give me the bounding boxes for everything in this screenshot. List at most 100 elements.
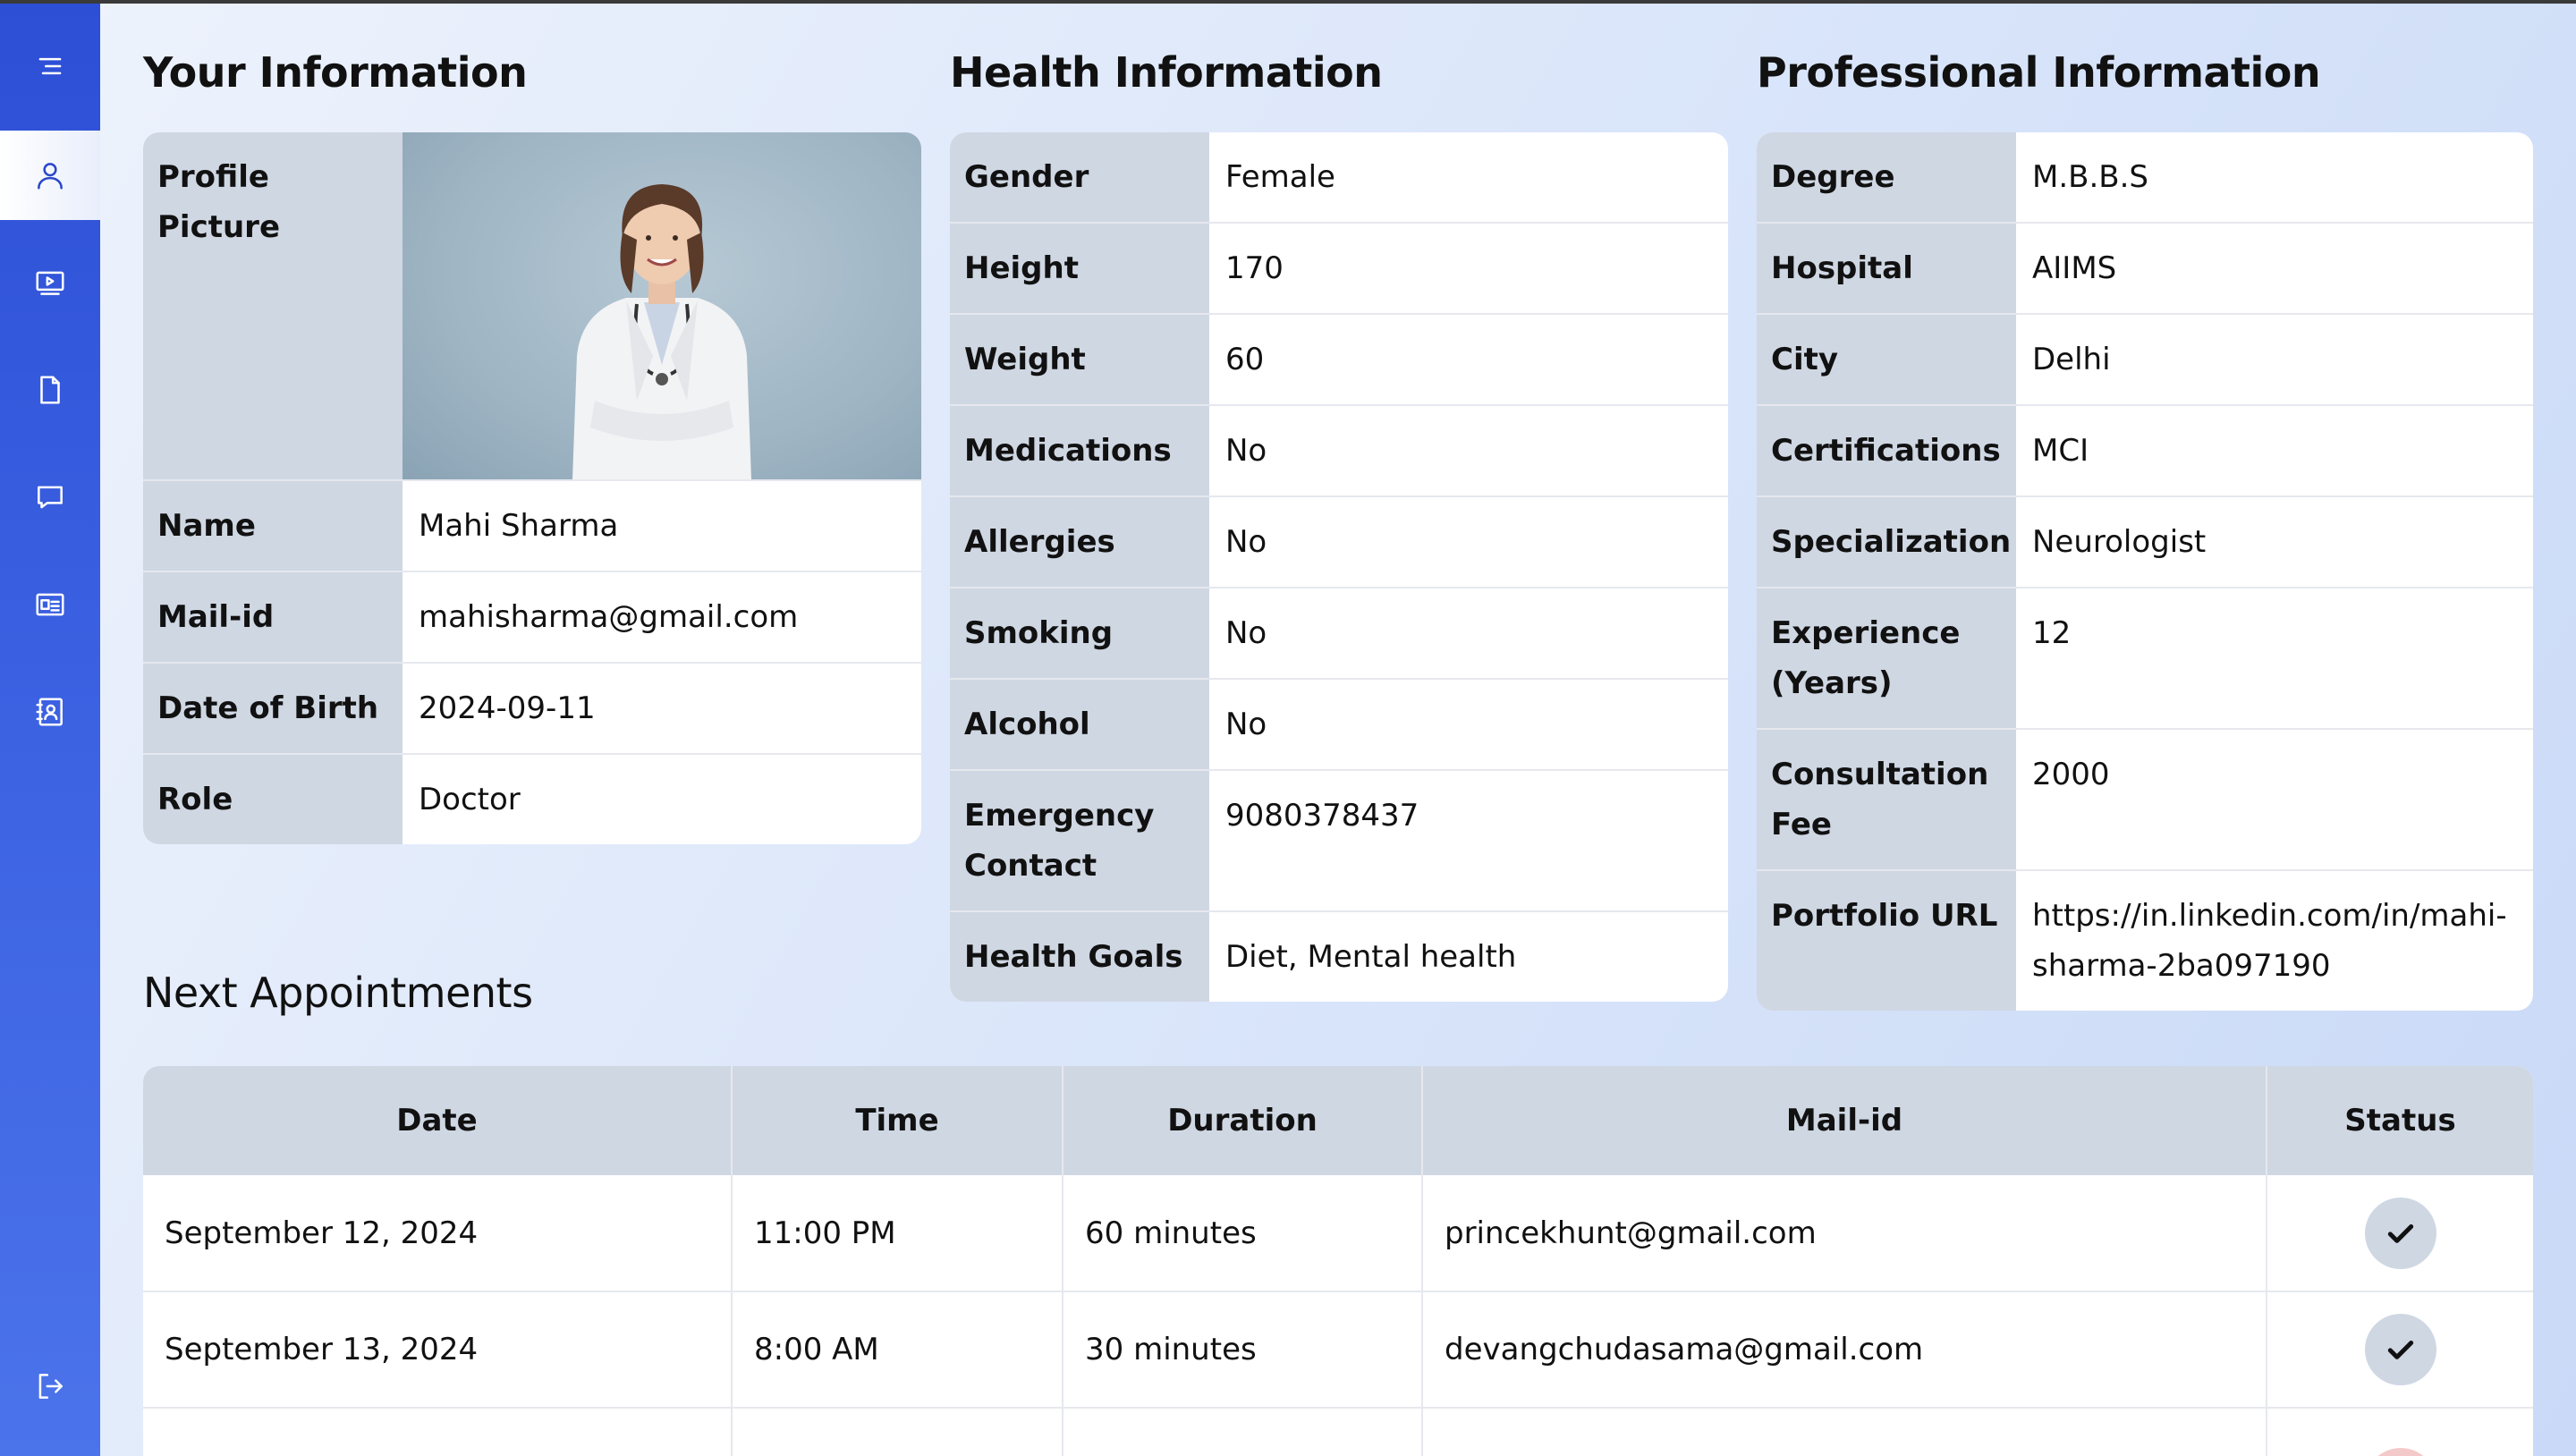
role-label: Role [143, 755, 402, 844]
sidebar-item-messages[interactable] [0, 453, 100, 542]
appointment-time [732, 1408, 1063, 1456]
table-row-partial [143, 1408, 2533, 1456]
top-border [0, 0, 2576, 4]
appointment-status [2267, 1408, 2533, 1456]
appointment-status [2267, 1175, 2533, 1292]
sidebar-item-videos[interactable] [0, 238, 100, 327]
professional-row: Portfolio URL https://in.linkedin.com/in/… [1757, 871, 2533, 1011]
health-information-card: Gender Female Height 170 Weight 60 Medicati… [950, 132, 1728, 1002]
gender-label: Gender [950, 132, 1209, 222]
health-row: Gender Female [950, 132, 1728, 224]
health-row: Smoking No [950, 588, 1728, 680]
info-row-role: Role Doctor [143, 755, 921, 844]
dob-label: Date of Birth [143, 664, 402, 753]
experience-value: 12 [2032, 615, 2072, 651]
next-appointments-title: Next Appointments [143, 969, 533, 1017]
role-value: Doctor [419, 782, 521, 817]
portfolio-url-link[interactable]: https://in.linkedin.com/in/mahi-sharma-2… [2016, 871, 2533, 1011]
checkmark-icon [2387, 1341, 2413, 1359]
appointment-time: 11:00 PM [732, 1175, 1063, 1292]
professional-row: Specialization Neurologist [1757, 497, 2533, 588]
health-goals-value: Diet, Mental health [1225, 939, 1517, 975]
portfolio-url-label: Portfolio URL [1757, 871, 2016, 1011]
mail-label: Mail-id [143, 572, 402, 662]
professional-information-card: Degree M.B.B.S Hospital AIIMS City Delhi Ce… [1757, 132, 2533, 1011]
menu-icon [38, 57, 62, 75]
name-value: Mahi Sharma [419, 508, 619, 544]
checkmark-icon [2387, 1223, 2413, 1243]
logout-icon [38, 1374, 63, 1399]
height-label: Height [950, 224, 1209, 313]
sidebar-item-contacts[interactable] [0, 667, 100, 757]
table-row: September 12, 2024 11:00 PM 60 minutes p… [143, 1175, 2533, 1292]
professional-row: Certifications MCI [1757, 406, 2533, 497]
profile-picture [402, 132, 921, 479]
status-confirmed-button[interactable] [2364, 1314, 2436, 1385]
medications-label: Medications [950, 406, 1209, 495]
appointment-time: 8:00 AM [732, 1291, 1063, 1409]
profile-picture-row: Profile Picture [143, 132, 921, 481]
mail-value: mahisharma@gmail.com [419, 599, 799, 635]
height-value: 170 [1225, 250, 1284, 286]
health-row: Allergies No [950, 497, 1728, 588]
status-confirmed-button[interactable] [2364, 1197, 2436, 1269]
health-information-title: Health Information [950, 48, 1383, 97]
certifications-label: Certifications [1757, 406, 2016, 495]
alcohol-value: No [1225, 707, 1267, 742]
sidebar-item-profile[interactable] [0, 131, 100, 220]
your-information-card: Profile Picture Name Mahi Sharma Mail-id… [143, 132, 921, 844]
column-header-duration: Duration [1063, 1066, 1423, 1175]
health-goals-label: Health Goals [950, 912, 1209, 1002]
specialization-value: Neurologist [2032, 524, 2207, 560]
logout-button[interactable] [0, 1342, 100, 1431]
info-row-dob: Date of Birth 2024-09-11 [143, 664, 921, 755]
appointment-duration [1063, 1408, 1423, 1456]
table-row: September 13, 2024 8:00 AM 30 minutes de… [143, 1291, 2533, 1409]
hospital-label: Hospital [1757, 224, 2016, 313]
professional-row: Degree M.B.B.S [1757, 132, 2533, 224]
appointment-date: September 12, 2024 [143, 1175, 733, 1292]
health-row: Medications No [950, 406, 1728, 497]
id-card-icon [36, 593, 64, 616]
professional-row: Consultation Fee 2000 [1757, 730, 2533, 871]
specialization-label: Specialization [1757, 497, 2016, 587]
sidebar-item-records[interactable] [0, 560, 100, 649]
profile-picture-label: Profile Picture [143, 132, 402, 479]
appointment-date [143, 1408, 733, 1456]
menu-button[interactable] [0, 21, 100, 111]
column-header-status: Status [2267, 1066, 2533, 1175]
smoking-value: No [1225, 615, 1267, 651]
appointment-duration: 60 minutes [1063, 1175, 1423, 1292]
appointments-table: Date Time Duration Mail-id Status Septem… [143, 1066, 2533, 1456]
allergies-label: Allergies [950, 497, 1209, 587]
info-row-name: Name Mahi Sharma [143, 481, 921, 572]
experience-label: Experience (Years) [1757, 588, 2016, 728]
column-header-mail-id: Mail-id [1422, 1066, 2267, 1175]
profile-picture-cell [402, 132, 921, 479]
appointment-mail: princekhunt@gmail.com [1422, 1175, 2267, 1292]
video-icon [36, 271, 64, 295]
professional-information-title: Professional Information [1757, 48, 2321, 97]
medications-value: No [1225, 433, 1267, 469]
health-row: Weight 60 [950, 315, 1728, 406]
document-icon [40, 376, 60, 404]
health-row: Emergency Contact 9080378437 [950, 771, 1728, 912]
alcohol-label: Alcohol [950, 680, 1209, 769]
column-header-time: Time [732, 1066, 1063, 1175]
smoking-label: Smoking [950, 588, 1209, 678]
weight-label: Weight [950, 315, 1209, 404]
weight-value: 60 [1225, 342, 1265, 377]
status-pending-button[interactable] [2364, 1448, 2436, 1456]
city-value: Delhi [2032, 342, 2111, 377]
degree-label: Degree [1757, 132, 2016, 222]
sidebar-item-documents[interactable] [0, 345, 100, 435]
certifications-value: MCI [2032, 433, 2089, 469]
doctor-portrait-image [572, 184, 751, 479]
consultation-fee-label: Consultation Fee [1757, 730, 2016, 869]
degree-value: M.B.B.S [2032, 159, 2148, 195]
allergies-value: No [1225, 524, 1267, 560]
your-information-title: Your Information [143, 48, 528, 97]
info-row-mail: Mail-id mahisharma@gmail.com [143, 572, 921, 664]
city-label: City [1757, 315, 2016, 404]
appointment-duration: 30 minutes [1063, 1291, 1423, 1409]
